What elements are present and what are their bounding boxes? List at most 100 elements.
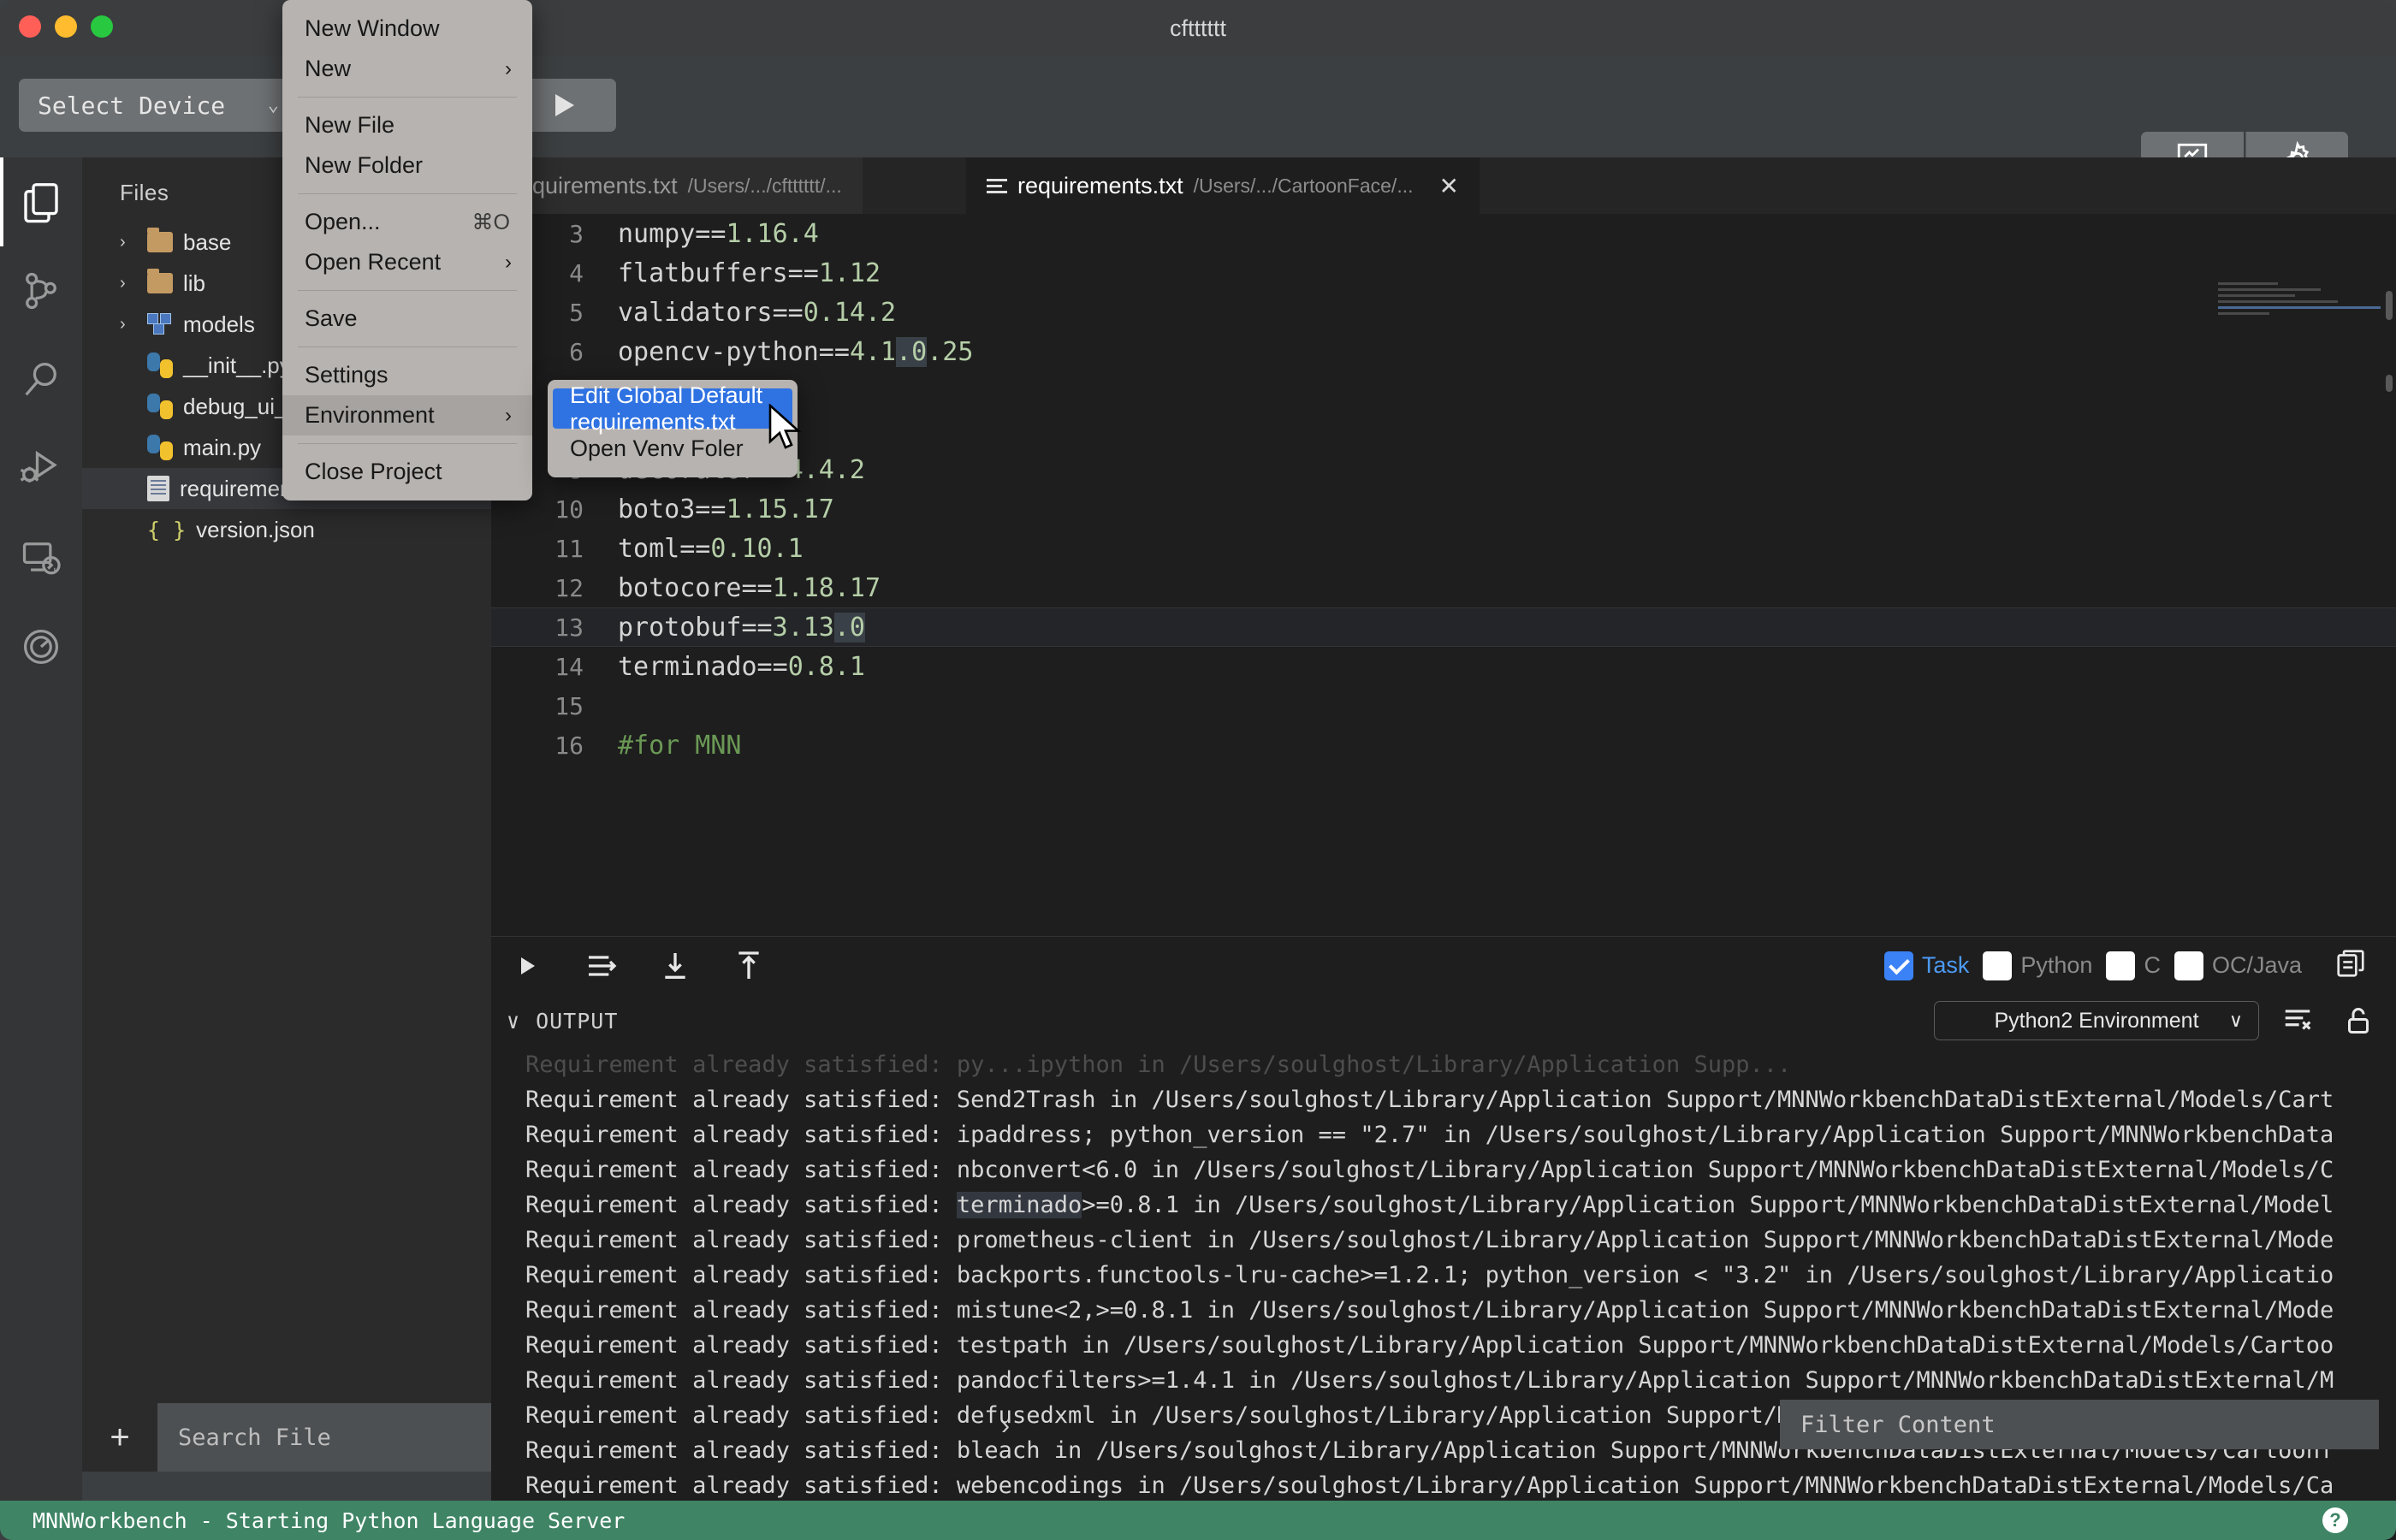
output-panel-title: OUTPUT	[536, 1008, 619, 1034]
chevron-right-icon[interactable]: ›	[120, 315, 137, 335]
code-line[interactable]: 10 boto3==1.15.17	[491, 489, 2396, 529]
menu-item-label: Settings	[305, 362, 388, 388]
chevron-right-icon[interactable]: ›	[120, 274, 137, 293]
file-tree-item[interactable]: { } version.json	[82, 509, 491, 550]
upload-button[interactable]	[712, 949, 786, 983]
download-button[interactable]	[638, 949, 712, 983]
menu-item-label: Save	[305, 305, 358, 331]
checkbox-label: Task	[1921, 952, 1970, 978]
folder-icon	[147, 269, 173, 293]
output-toolbar: Task Python C OC/Java	[491, 936, 2396, 994]
collapse-chevron-icon[interactable]: ∨	[507, 1009, 520, 1034]
menu-item-close-project[interactable]: Close Project	[282, 452, 532, 492]
python-file-icon	[147, 352, 173, 378]
copy-output-button[interactable]	[2334, 947, 2367, 984]
output-log[interactable]: Requirement already satisfied: py...ipyt…	[491, 1047, 2396, 1540]
output-log-line: Requirement already satisfied: Send2Tras…	[525, 1087, 2334, 1113]
close-icon[interactable]: ✕	[1439, 172, 1459, 200]
code-line[interactable]: 3 numpy==1.16.4	[491, 214, 2396, 253]
menu-item-new[interactable]: New ›	[282, 49, 532, 89]
add-file-button[interactable]: +	[82, 1419, 157, 1457]
sidebar-item-run-debug[interactable]	[0, 424, 82, 513]
editor-area: requirements.txt /Users/.../cftttttt/...…	[491, 157, 2396, 1540]
clear-output-button[interactable]	[2281, 1004, 2314, 1041]
menu-separator	[298, 290, 517, 291]
code-text: validators==0.14.2	[618, 297, 897, 328]
align-lines-button[interactable]	[565, 949, 638, 983]
checkbox-icon[interactable]	[1983, 951, 2013, 980]
menu-item-label: New	[305, 56, 352, 81]
code-line[interactable]: 12 botocore==1.18.17	[491, 568, 2396, 607]
code-line[interactable]: 6 opencv-python==4.1.0.25	[491, 332, 2396, 371]
code-line[interactable]: 14 terminado==0.8.1	[491, 647, 2396, 686]
menu-item-label: Close Project	[305, 459, 442, 484]
code-text: numpy==1.16.4	[618, 218, 819, 249]
status-message: MNNWorkbench - Starting Python Language …	[33, 1507, 626, 1533]
output-checkbox-task[interactable]: Task	[1883, 951, 1970, 980]
code-line[interactable]: 16 #for MNN	[491, 726, 2396, 765]
menu-item-open-recent[interactable]: Open Recent ›	[282, 242, 532, 282]
submenu-item-open-venv-foler[interactable]: Open Venv Foler	[548, 429, 798, 469]
chevron-right-icon[interactable]: ›	[120, 233, 137, 252]
models-icon	[147, 313, 173, 335]
output-panel-header: ∨ OUTPUT Python2 Environment ∨	[491, 994, 2396, 1047]
menu-separator	[298, 193, 517, 194]
output-log-line: Requirement already satisfied: webencodi…	[525, 1472, 2334, 1499]
menu-item-new-folder[interactable]: New Folder	[282, 145, 532, 186]
code-line[interactable]: 4 flatbuffers==1.12	[491, 253, 2396, 293]
output-log-line: Requirement already satisfied: nbconvert…	[525, 1157, 2334, 1183]
checkbox-icon[interactable]	[2106, 951, 2136, 980]
menu-item-new-file[interactable]: New File	[282, 105, 532, 145]
submenu-item-edit-global-default-requirements-txt[interactable]: Edit Global Default requirements.txt	[553, 382, 792, 435]
sidebar-item-remote-terminal[interactable]	[0, 513, 82, 602]
code-line[interactable]: 15	[491, 686, 2396, 726]
code-editor[interactable]: 3 numpy==1.16.4 4 flatbuffers==1.12 5 va…	[491, 214, 2396, 936]
file-menu: New Window New › New File New Folder Ope…	[282, 0, 532, 500]
tab-path: /Users/.../CartoonFace/...	[1193, 174, 1414, 197]
menu-item-label: Open...	[305, 209, 381, 234]
code-text: terminado==0.8.1	[618, 651, 865, 682]
menu-separator	[298, 97, 517, 98]
remote-terminal-icon	[22, 542, 61, 575]
menu-item-shortcut: ⌘O	[471, 210, 510, 234]
help-icon[interactable]: ?	[2322, 1507, 2348, 1533]
menu-item-save[interactable]: Save	[282, 299, 532, 339]
checkbox-icon[interactable]	[2174, 951, 2203, 980]
output-checkbox-oc-java[interactable]: OC/Java	[2174, 951, 2302, 980]
search-file-input[interactable]: Search File	[157, 1403, 491, 1472]
editor-minimap[interactable]	[2218, 279, 2381, 339]
code-line[interactable]: 11 toml==0.10.1	[491, 529, 2396, 568]
menu-item-environment[interactable]: Environment ›	[282, 395, 532, 435]
line-number: 12	[555, 573, 584, 602]
editor-scrollbar-thumb[interactable]	[2386, 291, 2393, 320]
code-text: opencv-python==4.1.0.25	[618, 336, 974, 367]
code-line[interactable]: 5 validators==0.14.2	[491, 293, 2396, 332]
output-checkbox-c[interactable]: C	[2106, 951, 2161, 980]
file-tree-item-label: base	[183, 228, 232, 255]
output-log-line: Requirement already satisfied: terminado…	[525, 1192, 2334, 1218]
python-file-icon	[147, 435, 173, 460]
json-file-icon: { }	[147, 517, 187, 542]
sidebar-item-source-control[interactable]	[0, 246, 82, 335]
menu-separator	[298, 443, 517, 444]
code-line[interactable]: 13 protobuf==3.13.0	[491, 607, 2396, 647]
run-output-button[interactable]	[491, 957, 565, 974]
menu-item-open[interactable]: Open... ⌘O	[282, 202, 532, 242]
output-log-line: Requirement already satisfied: backports…	[525, 1262, 2334, 1288]
tab-requirements-cftttttt[interactable]: requirements.txt /Users/.../cftttttt/...	[491, 157, 863, 214]
sidebar-item-performance[interactable]	[0, 602, 82, 691]
status-bar: MNNWorkbench - Starting Python Language …	[0, 1501, 2396, 1540]
sidebar-item-files[interactable]	[0, 157, 82, 246]
checkbox-icon[interactable]	[1883, 951, 1913, 980]
menu-item-settings[interactable]: Settings	[282, 355, 532, 395]
lock-output-button[interactable]	[2343, 1004, 2374, 1041]
tab-requirements-cartoonface[interactable]: requirements.txt /Users/.../CartoonFace/…	[966, 157, 1480, 214]
run-icon	[521, 957, 535, 974]
sidebar-item-search[interactable]	[0, 335, 82, 424]
environment-select[interactable]: Python2 Environment ∨	[1934, 1001, 2259, 1040]
menu-item-new-window[interactable]: New Window	[282, 9, 532, 49]
file-tree-item-label: version.json	[196, 516, 315, 542]
device-select-dropdown[interactable]: Select Device ⌄	[19, 79, 293, 132]
output-checkbox-python[interactable]: Python	[1983, 951, 2092, 980]
filter-content-input[interactable]: Filter Content	[1780, 1400, 2379, 1449]
